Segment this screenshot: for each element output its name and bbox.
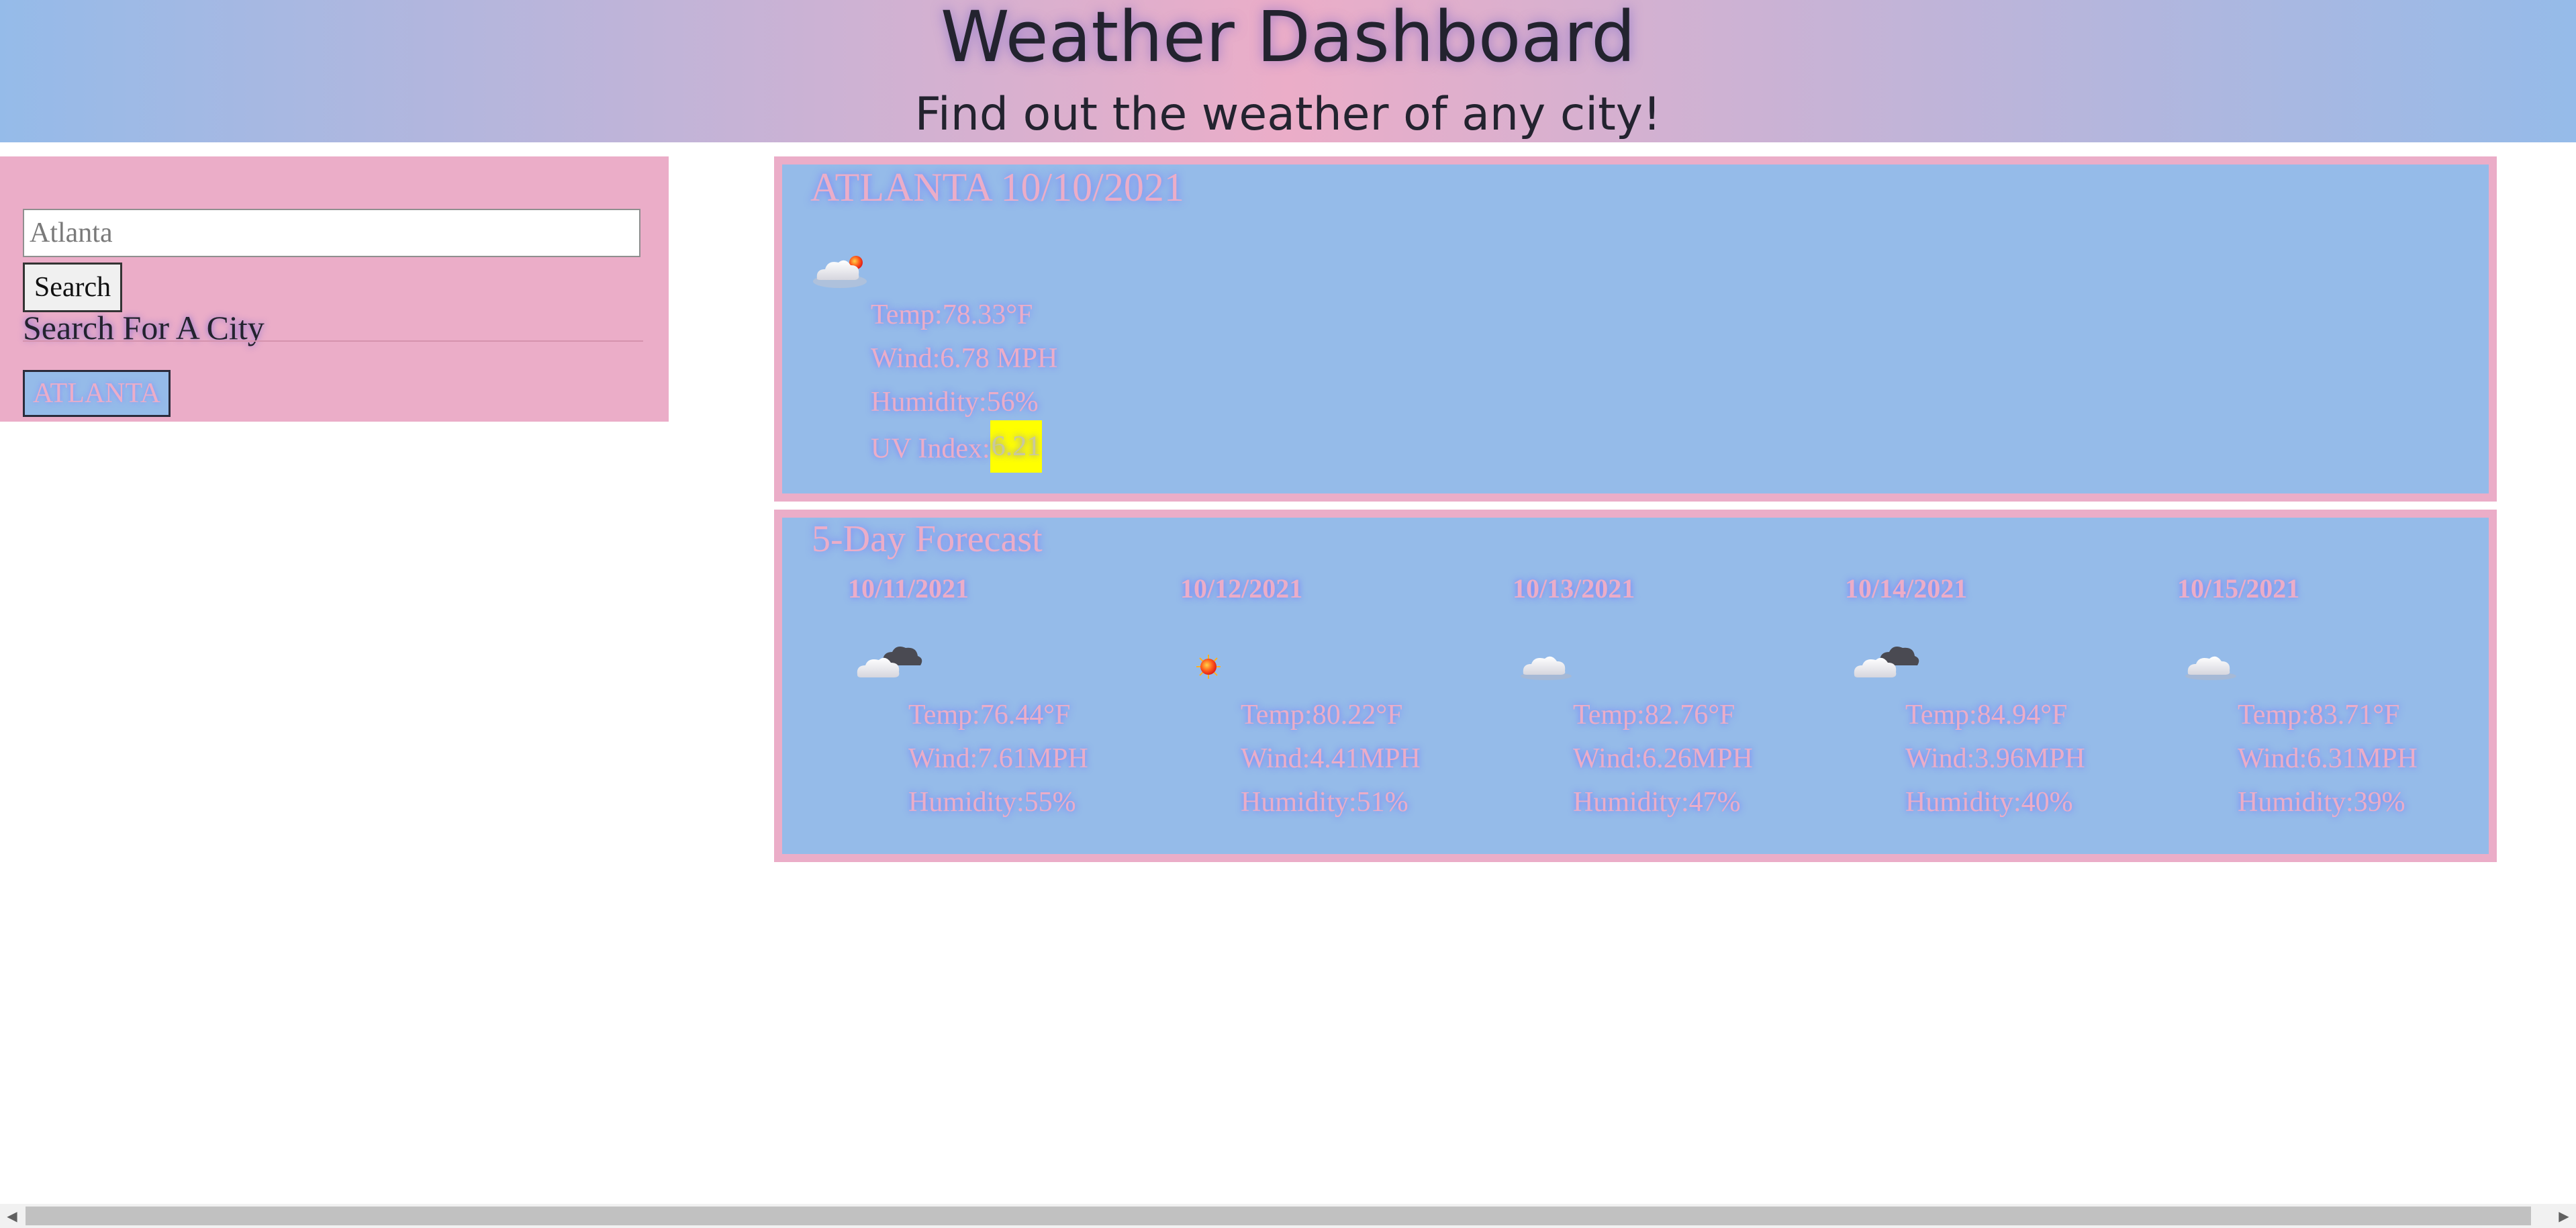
forecast-wind: Wind:6.31MPH [2238,743,2418,774]
forecast-wind: Wind:7.61MPH [908,743,1088,774]
forecast-temp: Temp:80.22°F [1241,700,1403,730]
cloud-icon [1521,656,1572,680]
current-city-date: ATLANTA 10/10/2021 [810,165,1184,209]
forecast-humidity: Humidity:39% [2238,787,2405,818]
forecast-date: 10/14/2021 [1845,573,1968,604]
scrollbar-thumb[interactable] [26,1207,2531,1225]
uv-index-badge: 6.21 [990,420,1043,473]
forecast-humidity: Humidity:47% [1573,787,1741,818]
forecast-humidity: Humidity:51% [1241,787,1409,818]
cloud-icon [2185,656,2236,680]
forecast-date: 10/15/2021 [2177,573,2300,604]
current-wind: Wind:6.78 MPH [871,343,1058,374]
forecast-heading: 5-Day Forecast [812,518,1043,560]
forecast-humidity: Humidity:40% [1905,787,2073,818]
forecast-date: 10/11/2021 [848,573,969,604]
dark-cloud-icon [1854,647,1919,677]
forecast-humidity: Humidity:55% [908,787,1076,818]
forecast-day: 10/15/2021 Temp:83.71°F Wind:6.31MPH Hum… [2177,573,2506,855]
forecast-wind: Wind:4.41MPH [1241,743,1421,774]
horizontal-scrollbar[interactable]: ◀ ▶ [0,1204,2576,1228]
forecast-day: 10/13/2021 Temp:82.76°F Wind:6.26MPH Hum… [1513,573,1842,855]
forecast-date: 10/12/2021 [1180,573,1303,604]
page-subtitle: Find out the weather of any city! [914,88,1662,141]
scroll-right-arrow-icon[interactable]: ▶ [2552,1204,2576,1228]
partly-cloudy-sun-icon [813,256,867,288]
forecast-temp: Temp:82.76°F [1573,700,1735,730]
forecast-wind: Wind:3.96MPH [1905,743,2085,774]
current-temp: Temp:78.33°F [871,299,1033,330]
forecast-temp: Temp:83.71°F [2238,700,2400,730]
forecast-temp: Temp:84.94°F [1905,700,2068,730]
current-weather-card: ATLANTA 10/10/2021 Temp:78.33°F Wind:6.7… [774,156,2497,502]
current-uv-line: UV Index:6.21 [871,420,1043,473]
dark-cloud-icon [857,647,922,677]
page-title: Weather Dashboard [940,0,1636,78]
history-city-button[interactable]: ATLANTA [23,370,171,417]
uv-label: UV Index: [871,433,990,465]
five-day-forecast: 5-Day Forecast 10/11/2021 Temp:76.44°F W… [774,510,2497,862]
sidebar-divider [23,340,643,342]
search-sidebar: Search For A City Search ATLANTA [0,156,669,422]
city-search-input[interactable] [23,209,640,257]
sun-icon [1196,655,1221,679]
forecast-day: 10/11/2021 Temp:76.44°F Wind:7.61MPH Hum… [848,573,1177,855]
scroll-left-arrow-icon[interactable]: ◀ [0,1204,24,1228]
page-header: Weather Dashboard Find out the weather o… [0,0,2576,142]
search-button[interactable]: Search [23,263,122,312]
forecast-day: 10/12/2021 Temp:80.22°F Wind:4.41MPH Hum… [1180,573,1509,855]
current-humidity: Humidity:56% [871,387,1039,418]
forecast-temp: Temp:76.44°F [908,700,1071,730]
forecast-day: 10/14/2021 Temp:84.94°F Wind:3.96MPH Hum… [1845,573,2174,855]
forecast-date: 10/13/2021 [1513,573,1635,604]
forecast-wind: Wind:6.26MPH [1573,743,1753,774]
